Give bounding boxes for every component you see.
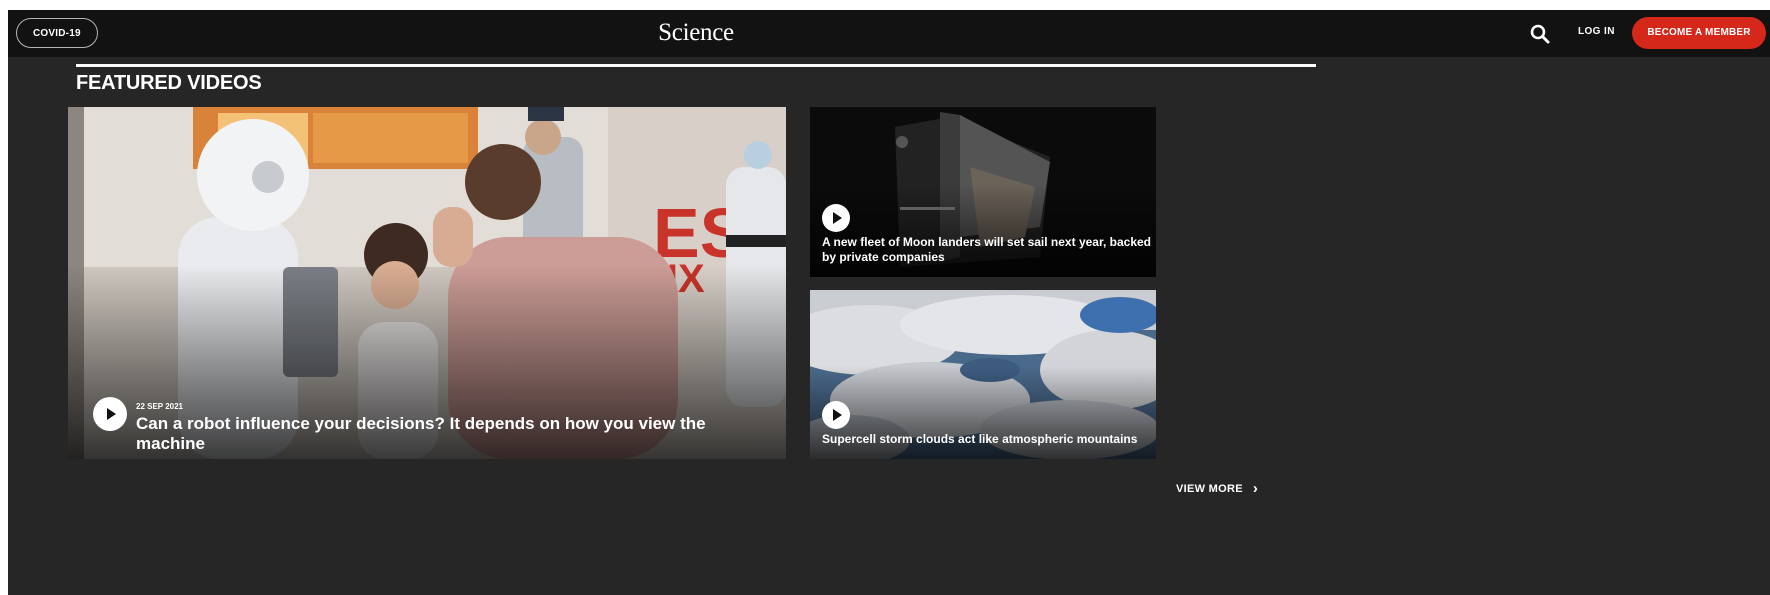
video-title[interactable]: Supercell storm clouds act like atmosphe… (822, 432, 1152, 447)
play-icon[interactable] (822, 401, 850, 429)
become-member-button[interactable]: BECOME A MEMBER (1632, 17, 1766, 49)
play-icon[interactable] (822, 204, 850, 232)
video-date: 22 SEP 2021 (136, 402, 184, 411)
side-video-card[interactable]: A new fleet of Moon landers will set sai… (810, 107, 1156, 277)
video-title[interactable]: Can a robot influence your decisions? It… (136, 414, 776, 454)
search-icon[interactable] (1529, 23, 1551, 45)
login-link[interactable]: LOG IN (1578, 26, 1615, 37)
section-title: FEATURED VIDEOS (76, 72, 262, 94)
play-icon[interactable] (93, 397, 127, 431)
page: COVID-19 Science LOG IN BECOME A MEMBER … (8, 10, 1770, 595)
side-video-card[interactable]: Supercell storm clouds act like atmosphe… (810, 290, 1156, 459)
chevron-right-icon: › (1252, 480, 1259, 497)
video-title[interactable]: A new fleet of Moon landers will set sai… (822, 235, 1152, 265)
featured-video-card[interactable]: ES RIX 22 SEP 2021 Can a robot influence… (68, 107, 786, 459)
view-more-link[interactable]: VIEW MORE › (1176, 480, 1258, 497)
section-divider (76, 64, 1316, 67)
site-logo[interactable]: Science (8, 19, 1384, 47)
top-nav: COVID-19 Science LOG IN BECOME A MEMBER (8, 10, 1770, 57)
view-more-label: VIEW MORE (1176, 483, 1243, 495)
